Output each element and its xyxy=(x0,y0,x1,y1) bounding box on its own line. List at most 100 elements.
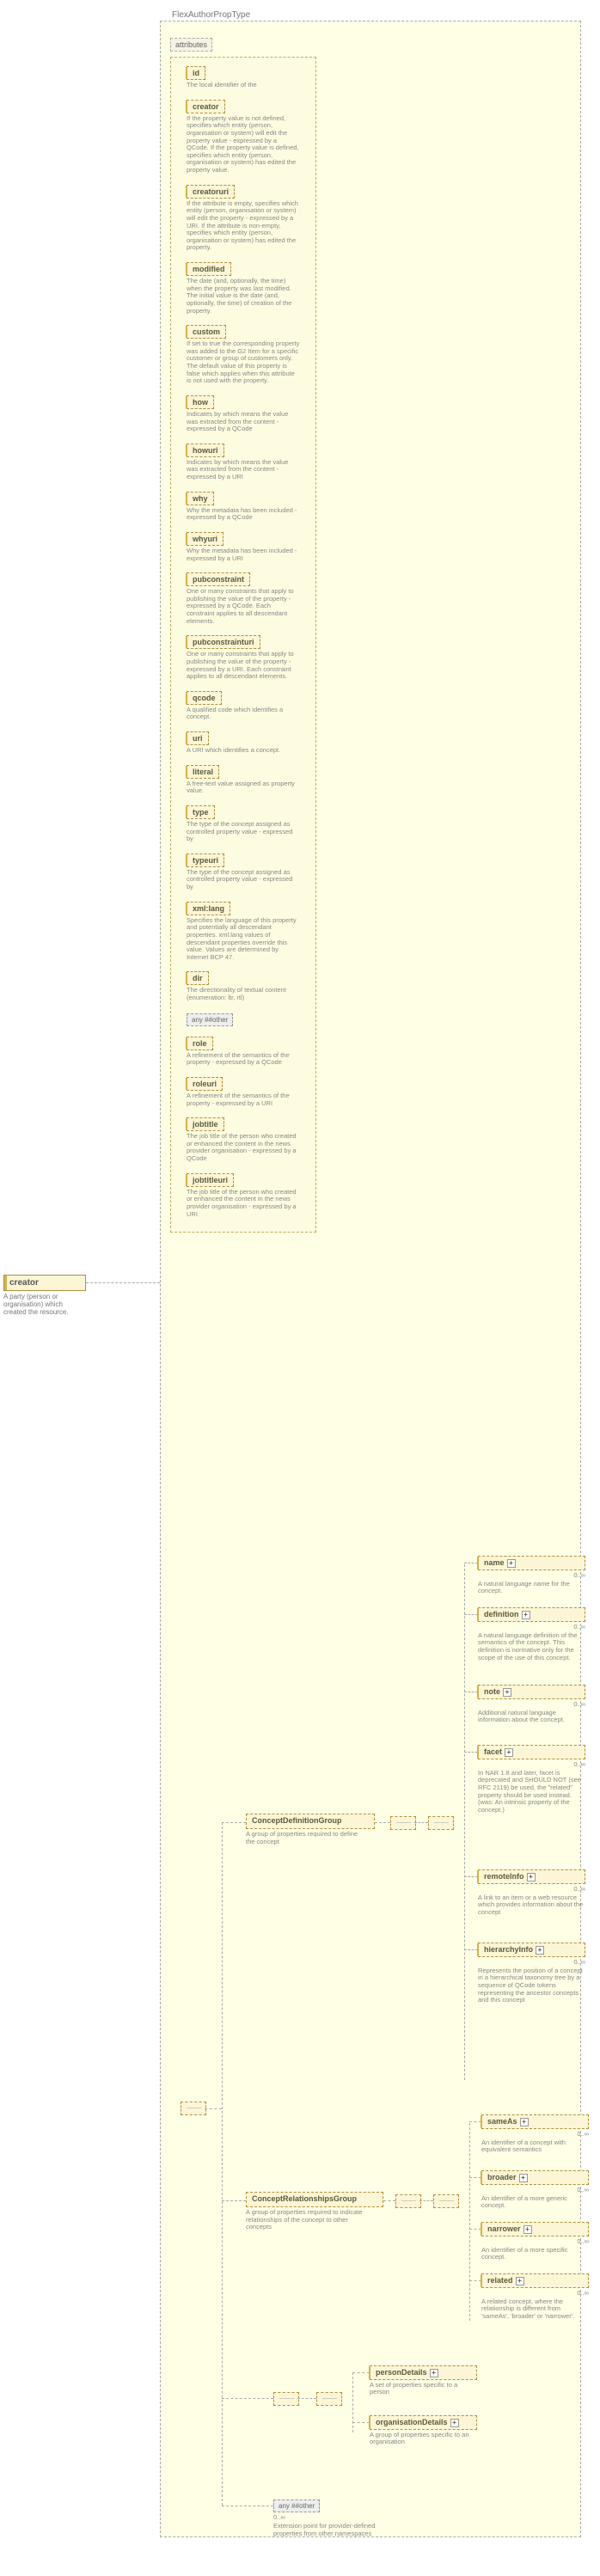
sequence-connector xyxy=(433,2194,459,2208)
child-element-name[interactable]: remoteInfo+ xyxy=(478,1869,585,1884)
occurrence: 0..∞ xyxy=(478,1760,585,1768)
attribute-name[interactable]: creator xyxy=(187,100,225,113)
connector xyxy=(464,1564,465,2080)
attribute-name[interactable]: typeuri xyxy=(187,854,224,867)
connector xyxy=(222,1822,223,2506)
root-element: creator A party (person or organisation)… xyxy=(3,1275,86,1317)
connector xyxy=(375,1822,390,1823)
occurrence: 0..∞ xyxy=(481,2289,589,2297)
occurrence: 0..∞ xyxy=(478,1700,585,1708)
expand-icon[interactable]: + xyxy=(519,2174,528,2182)
child-element-desc: An identifier of a more generic concept. xyxy=(481,2195,589,2210)
group-label[interactable]: ConceptRelationshipsGroup xyxy=(246,2192,383,2207)
connector xyxy=(469,2229,481,2230)
attribute-item: jobtitleuriThe job title of the person w… xyxy=(187,1172,310,1219)
any-other-desc: Extension point for provider-defined pro… xyxy=(273,2523,394,2537)
expand-icon[interactable]: + xyxy=(516,2277,524,2285)
child-element-name[interactable]: hierarchyInfo+ xyxy=(478,1943,585,1957)
expand-icon[interactable]: + xyxy=(527,1873,536,1882)
occurrence: 0..∞ xyxy=(478,1958,585,1966)
child-element-desc: A related concept, where the relationshi… xyxy=(481,2298,589,2321)
attribute-item: modifiedThe date (and, optionally, the t… xyxy=(187,260,310,315)
attributes-header[interactable]: attributes xyxy=(170,38,212,52)
expand-icon[interactable]: + xyxy=(430,2369,438,2377)
child-element-desc: In NAR 1.8 and later, facet is deprecate… xyxy=(478,1770,585,1814)
attribute-name[interactable]: dir xyxy=(187,971,209,985)
connector xyxy=(297,2398,316,2399)
attribute-item: xml:lang Specifies the language of this p… xyxy=(187,900,310,962)
attribute-desc: A refinement of the semantics of the pro… xyxy=(187,1092,300,1107)
occurrence: 0..∞ xyxy=(478,1885,585,1893)
child-element-name[interactable]: related+ xyxy=(481,2273,589,2288)
attribute-name[interactable]: custom xyxy=(187,325,226,339)
any-other-label[interactable]: any ##other xyxy=(187,1013,233,1026)
child-element-name[interactable]: definition+ xyxy=(478,1607,585,1622)
expand-icon[interactable]: + xyxy=(450,2419,459,2427)
attribute-name[interactable]: uri xyxy=(187,731,209,745)
concept-definition-group: ConceptDefinitionGroup A group of proper… xyxy=(246,1814,375,1845)
attribute-name[interactable]: pubconstrainturi xyxy=(187,635,260,649)
group-label[interactable]: ConceptDefinitionGroup xyxy=(246,1814,375,1829)
attribute-item: creatorIf the property value is not defi… xyxy=(187,98,310,174)
child-element-name[interactable]: note+ xyxy=(478,1685,585,1699)
child-element-desc: A set of properties specific to a person xyxy=(370,2382,477,2396)
attribute-desc: Indicates by which means the value was e… xyxy=(187,459,300,481)
child-element-name[interactable]: facet+ xyxy=(478,1745,585,1759)
attribute-desc: A URI which identifies a concept. xyxy=(187,747,300,755)
attribute-name[interactable]: xml:lang xyxy=(187,902,230,915)
child-element-name[interactable]: personDetails+ xyxy=(370,2365,477,2380)
child-element-name[interactable]: broader+ xyxy=(481,2170,589,2185)
connector xyxy=(352,2422,370,2423)
child-element-name[interactable]: narrower+ xyxy=(481,2222,589,2236)
attribute-name[interactable]: role xyxy=(187,1037,213,1050)
attribute-item: any ##other xyxy=(187,1011,310,1026)
child-element-name[interactable]: name+ xyxy=(478,1556,585,1570)
choice-connector xyxy=(316,2392,342,2406)
attribute-name[interactable]: roleuri xyxy=(187,1077,223,1091)
child-element: sameAs+0..∞An identifier of a concept wi… xyxy=(481,2114,589,2154)
child-element-desc: A link to an item or a web resource whic… xyxy=(478,1894,585,1917)
attribute-name[interactable]: how xyxy=(187,395,214,409)
attribute-desc: A refinement of the semantics of the pro… xyxy=(187,1052,300,1067)
attribute-name[interactable]: literal xyxy=(187,765,219,779)
connector xyxy=(464,1752,478,1753)
child-element: remoteInfo+0..∞A link to an item or a we… xyxy=(478,1869,585,1917)
attribute-desc: The type of the concept assigned as cont… xyxy=(187,821,300,843)
attribute-name[interactable]: jobtitleuri xyxy=(187,1173,234,1187)
expand-icon[interactable]: + xyxy=(536,1946,544,1955)
sequence-connector xyxy=(395,2194,421,2208)
attribute-name[interactable]: howuri xyxy=(187,444,224,457)
attribute-name[interactable]: why xyxy=(187,492,214,505)
child-element-name[interactable]: sameAs+ xyxy=(481,2114,589,2129)
attribute-name[interactable]: type xyxy=(187,805,215,819)
child-element-name[interactable]: organisationDetails+ xyxy=(370,2415,477,2430)
child-element: hierarchyInfo+0..∞Represents the positio… xyxy=(478,1943,585,2004)
attribute-name[interactable]: pubconstraint xyxy=(187,572,250,586)
attribute-name[interactable]: id xyxy=(187,66,205,80)
child-element: note+0..∞Additional natural language inf… xyxy=(478,1685,585,1724)
connector xyxy=(86,1282,160,1283)
attribute-desc: One or many constraints that apply to pu… xyxy=(187,651,300,681)
any-other-label[interactable]: any ##other xyxy=(273,2500,320,2512)
expand-icon[interactable]: + xyxy=(523,2225,532,2234)
child-element-desc: Represents the position of a concept in … xyxy=(478,1967,585,2004)
child-element-desc: An identifier of a concept with equivale… xyxy=(481,2139,589,2154)
expand-icon[interactable]: + xyxy=(503,1688,511,1697)
attribute-name[interactable]: creatoruri xyxy=(187,185,235,199)
root-element-name[interactable]: creator xyxy=(3,1275,86,1291)
attribute-name[interactable]: qcode xyxy=(187,691,222,705)
occurrence: 0..∞ xyxy=(481,2130,589,2138)
expand-icon[interactable]: + xyxy=(520,2118,529,2126)
attribute-item: roleuriA refinement of the semantics of … xyxy=(187,1075,310,1107)
attribute-name[interactable]: whyuri xyxy=(187,532,223,546)
expand-icon[interactable]: + xyxy=(505,1748,513,1757)
expand-icon[interactable]: + xyxy=(507,1559,516,1568)
child-element: definition+0..∞A natural language defini… xyxy=(478,1607,585,1661)
attribute-desc: If set to true the corresponding propert… xyxy=(187,340,300,385)
root-element-desc: A party (person or organisation) which c… xyxy=(3,1293,85,1317)
attribute-name[interactable]: jobtitle xyxy=(187,1117,224,1131)
connector xyxy=(469,2280,481,2281)
attribute-desc: Specifies the language of this property … xyxy=(187,917,300,962)
expand-icon[interactable]: + xyxy=(522,1611,530,1619)
attribute-name[interactable]: modified xyxy=(187,262,231,276)
